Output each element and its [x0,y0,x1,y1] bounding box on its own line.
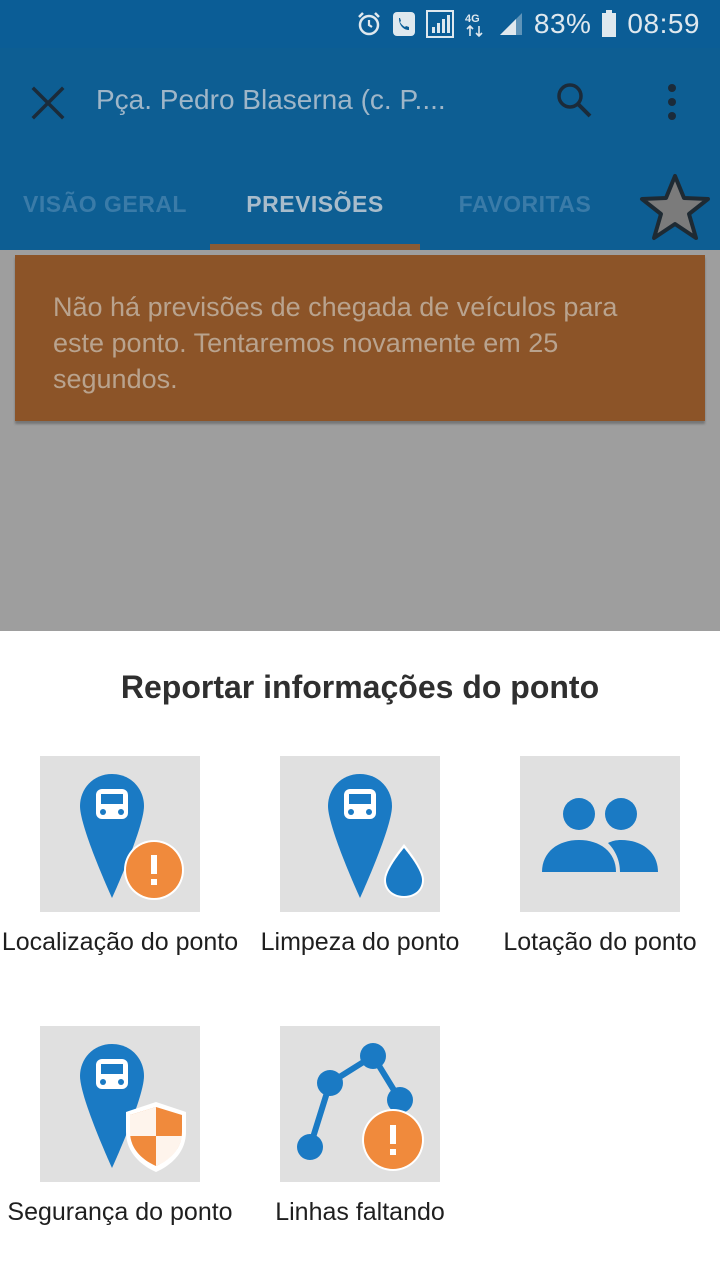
clock: 08:59 [627,8,700,39]
battery-percent: 83% [533,8,592,39]
option-tile[interactable] [40,756,200,912]
close-icon[interactable] [26,81,70,125]
tab-favoritas[interactable]: FAVORITAS [420,158,630,250]
option-label: Localização do ponto [1,928,239,956]
option-tile[interactable] [280,756,440,912]
battery-icon [602,10,617,37]
option-label: Limpeza do ponto [260,928,460,956]
more-vert-icon[interactable] [660,78,684,126]
bus-location-alert-icon [80,774,184,900]
option-linhas-faltando[interactable]: Linhas faltando [240,1026,480,1229]
bus-location-cleaning-icon [328,774,424,898]
tab-previsoes[interactable]: PREVISÕES [210,158,420,250]
status-bar: 4G 83% 08:59 [0,0,720,48]
tab-bar: VISÃO GERAL PREVISÕES FAVORITAS [0,158,720,250]
tab-indicator [210,244,420,250]
svg-text:4G: 4G [465,13,480,25]
signal-bars-icon [499,13,522,35]
4g-icon: 4G [465,13,483,38]
star-icon[interactable] [638,172,712,242]
option-tile[interactable] [280,1026,440,1182]
sheet-title: Reportar informações do ponto [120,669,600,705]
no-predictions-warning: Não há previsões de chegada de veículos … [15,255,705,421]
option-label: Linhas faltando [275,1198,445,1226]
option-lotacao[interactable]: Lotação do ponto [480,756,720,959]
option-label: Segurança do ponto [7,1198,233,1226]
warning-text: Não há previsões de chegada de veículos … [53,292,618,394]
page-title: Pça. Pedro Blaserna (c. P.... [96,84,446,115]
app-bar: Pça. Pedro Blaserna (c. P.... [0,48,720,158]
option-label: Lotação do ponto [503,928,697,956]
option-limpeza[interactable]: Limpeza do ponto [240,756,480,959]
option-tile[interactable] [40,1026,200,1182]
report-bottom-sheet: Reportar informações do ponto Localizaçã… [0,631,720,1280]
people-icon [542,798,658,872]
signal-icon [425,10,454,38]
alarm-icon [357,12,380,36]
route-alert-icon [297,1043,424,1171]
option-seguranca[interactable]: Segurança do ponto [0,1026,240,1229]
option-tile[interactable] [520,756,680,912]
bus-location-security-icon [80,1044,186,1172]
call-icon [392,12,415,36]
tab-visao-geral[interactable]: VISÃO GERAL [0,158,210,250]
search-icon[interactable] [552,78,596,122]
option-localizacao[interactable]: Localização do ponto [0,756,240,959]
